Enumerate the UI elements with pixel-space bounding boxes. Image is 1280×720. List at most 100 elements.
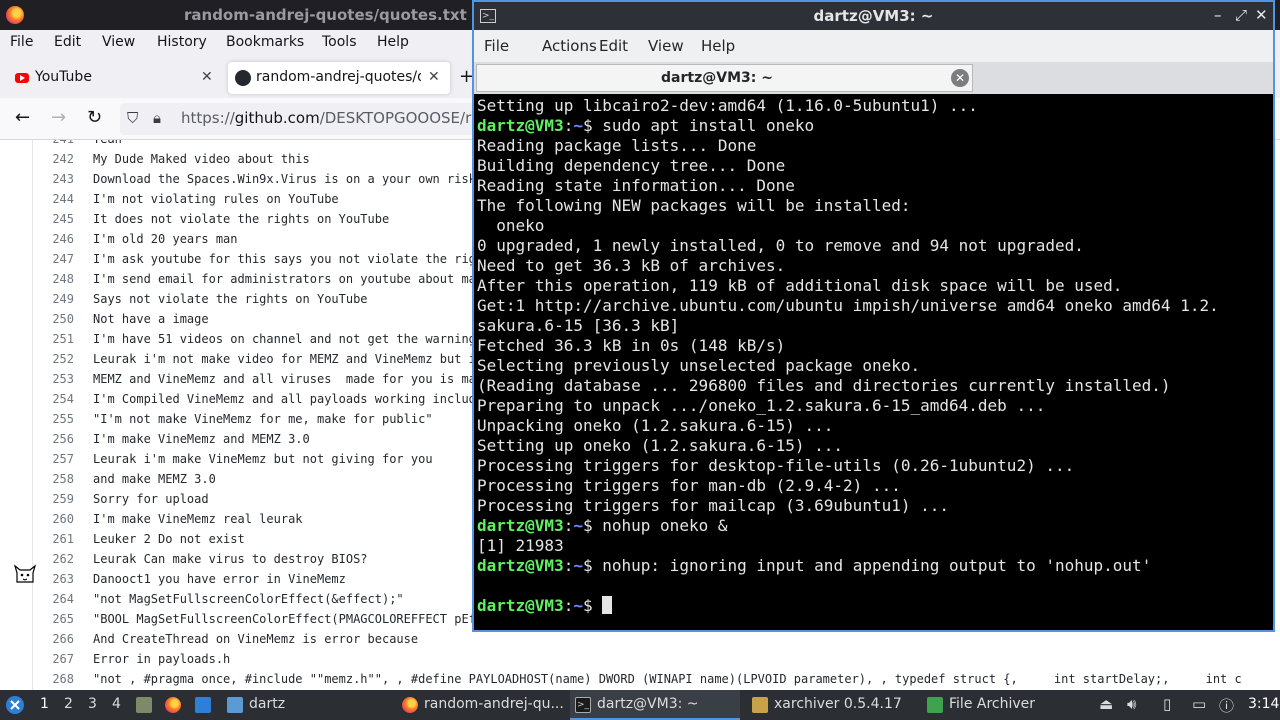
line-number[interactable]: 265 bbox=[34, 609, 74, 629]
line-number[interactable]: 253 bbox=[34, 369, 74, 389]
code-line: 268 "not , #pragma once, #include ""memz.… bbox=[0, 669, 1280, 689]
menu-edit[interactable]: Edit bbox=[54, 34, 81, 50]
close-window-icon[interactable]: ✕ bbox=[1255, 6, 1268, 24]
taskbar-item-firefox[interactable]: random-andrej-qu... bbox=[397, 690, 567, 720]
line-text: MEMZ and VineMemz and all viruses made f… bbox=[93, 372, 476, 386]
taskbar-item-file-archiver[interactable]: File Archiver bbox=[922, 690, 1082, 720]
line-number[interactable]: 243 bbox=[34, 169, 74, 189]
clipboard-icon[interactable]: ▯ bbox=[1163, 695, 1171, 713]
terminal-icon: >_ bbox=[575, 697, 591, 713]
close-tab-icon[interactable]: ✕ bbox=[951, 69, 969, 87]
terminal-prompt-line: dartz@VM3:~$ sudo apt install oneko bbox=[477, 116, 814, 136]
terminal-text: nohup oneko & bbox=[602, 516, 728, 535]
line-number[interactable]: 267 bbox=[34, 649, 74, 669]
url-scheme: https:// bbox=[181, 109, 235, 127]
term-menu-help[interactable]: Help bbox=[701, 37, 735, 55]
line-number[interactable]: 263 bbox=[34, 569, 74, 589]
line-number[interactable]: 261 bbox=[34, 529, 74, 549]
menu-bookmarks[interactable]: Bookmarks bbox=[226, 34, 304, 50]
new-tab-button[interactable]: + bbox=[459, 66, 474, 98]
menu-help[interactable]: Help bbox=[377, 34, 409, 50]
workspace-2[interactable]: 2 bbox=[64, 696, 73, 712]
workspace-3[interactable]: 3 bbox=[88, 696, 97, 712]
url-host: github.com bbox=[234, 109, 320, 127]
workspace-4[interactable]: 4 bbox=[112, 696, 121, 712]
line-number[interactable]: 249 bbox=[34, 289, 74, 309]
line-number[interactable]: 257 bbox=[34, 449, 74, 469]
line-number[interactable]: 256 bbox=[34, 429, 74, 449]
line-number[interactable]: 246 bbox=[34, 229, 74, 249]
prompt-user: dartz@VM3 bbox=[477, 116, 564, 135]
line-text: I'm old 20 years man bbox=[93, 232, 238, 246]
line-number[interactable]: 244 bbox=[34, 189, 74, 209]
line-text: Leurak Can make virus to destroy BIOS? bbox=[93, 552, 368, 566]
terminal-prompt-line: dartz@VM3:~$ nohup oneko & bbox=[477, 516, 727, 536]
tab-github[interactable]: random-andrej-quotes/qu ✕ bbox=[228, 62, 450, 94]
firefox-window-title: random-andrej-quotes/quotes.txt a bbox=[184, 6, 483, 24]
line-number[interactable]: 254 bbox=[34, 389, 74, 409]
line-number[interactable]: 252 bbox=[34, 349, 74, 369]
line-number[interactable]: 260 bbox=[34, 509, 74, 529]
line-number[interactable]: 259 bbox=[34, 489, 74, 509]
workspace-1[interactable]: 1 bbox=[40, 696, 49, 712]
menu-view[interactable]: View bbox=[102, 34, 135, 50]
start-menu-icon[interactable] bbox=[5, 695, 25, 715]
line-number[interactable]: 247 bbox=[34, 249, 74, 269]
taskbar-item-terminal[interactable]: >_ dartz@VM3: ~ bbox=[570, 690, 740, 720]
line-number[interactable]: 250 bbox=[34, 309, 74, 329]
maximize-icon[interactable]: ⤢ bbox=[1235, 6, 1247, 24]
xarchiver-icon bbox=[752, 697, 768, 713]
taskbar-item-xarchiver[interactable]: xarchiver 0.5.4.17 bbox=[747, 690, 917, 720]
back-icon[interactable]: ← bbox=[15, 107, 30, 128]
line-number[interactable]: 251 bbox=[34, 329, 74, 349]
line-number[interactable]: 268 bbox=[34, 669, 74, 689]
file-manager-launcher-icon[interactable] bbox=[136, 697, 152, 713]
terminal-text: oneko bbox=[477, 216, 545, 235]
menu-tools[interactable]: Tools bbox=[322, 34, 357, 50]
line-number[interactable]: 258 bbox=[34, 469, 74, 489]
line-number[interactable]: 264 bbox=[34, 589, 74, 609]
updates-icon[interactable]: ⓘ bbox=[1219, 695, 1234, 716]
network-icon[interactable]: ▭ bbox=[1192, 695, 1206, 713]
volume-icon[interactable]: 🔊︎ bbox=[1127, 695, 1136, 713]
term-menu-actions[interactable]: Actions bbox=[542, 37, 597, 55]
menu-file[interactable]: File bbox=[10, 34, 33, 50]
line-number[interactable]: 262 bbox=[34, 549, 74, 569]
shield-icon[interactable]: ⛉ bbox=[127, 109, 138, 127]
term-menu-edit[interactable]: Edit bbox=[599, 37, 628, 55]
firefox-launcher-icon[interactable] bbox=[165, 697, 181, 713]
lock-icon[interactable]: 🔒︎ bbox=[153, 109, 161, 127]
code-line: 267 Error in payloads.h bbox=[0, 649, 1280, 669]
terminal-text: Processing triggers for desktop-file-uti… bbox=[477, 456, 1075, 475]
line-number[interactable]: 245 bbox=[34, 209, 74, 229]
desktop-launcher-icon[interactable] bbox=[195, 697, 211, 713]
taskbar-item-label: dartz bbox=[249, 696, 286, 712]
terminal-text: Get:1 http://archive.ubuntu.com/ubuntu i… bbox=[477, 296, 1219, 315]
taskbar-item-dartz[interactable]: dartz bbox=[222, 690, 382, 720]
terminal-tab[interactable]: dartz@VM3: ~ ✕ bbox=[476, 64, 973, 92]
terminal-text: 0 upgraded, 1 newly installed, 0 to remo… bbox=[477, 236, 1084, 255]
line-number[interactable]: 266 bbox=[34, 629, 74, 649]
reload-icon[interactable]: ↻ bbox=[87, 107, 102, 128]
line-text: "BOOL MagSetFullscreenColorEffect(PMAGCO… bbox=[93, 612, 476, 626]
minimize-icon[interactable]: – bbox=[1214, 6, 1222, 24]
forward-icon[interactable]: → bbox=[51, 107, 66, 128]
close-tab-icon[interactable]: ✕ bbox=[428, 69, 440, 85]
line-number[interactable]: 242 bbox=[34, 149, 74, 169]
url-text[interactable]: https://github.com/DESKTOPGOOOSE/rand bbox=[181, 109, 499, 127]
line-number[interactable]: 255 bbox=[34, 409, 74, 429]
term-menu-file[interactable]: File bbox=[484, 37, 509, 55]
line-number[interactable]: 241 bbox=[34, 140, 74, 149]
close-tab-icon[interactable]: ✕ bbox=[201, 69, 213, 85]
terminal-titlebar[interactable]: >_ dartz@VM3: ~ – ⤢ ✕ bbox=[474, 2, 1273, 30]
firefox-icon bbox=[402, 697, 418, 713]
line-number[interactable]: 248 bbox=[34, 269, 74, 289]
terminal-text: sudo apt install oneko bbox=[602, 116, 815, 135]
prompt-path: ~ bbox=[573, 596, 583, 615]
menu-history[interactable]: History bbox=[157, 34, 207, 50]
term-menu-view[interactable]: View bbox=[648, 37, 684, 55]
tab-youtube[interactable]: YouTube ✕ bbox=[4, 62, 222, 94]
terminal-output[interactable]: Setting up libcairo2-dev:amd64 (1.16.0-5… bbox=[474, 94, 1273, 630]
terminal-text: Need to get 36.3 kB of archives. bbox=[477, 256, 786, 275]
eject-icon[interactable]: ⏏ bbox=[1099, 695, 1113, 713]
